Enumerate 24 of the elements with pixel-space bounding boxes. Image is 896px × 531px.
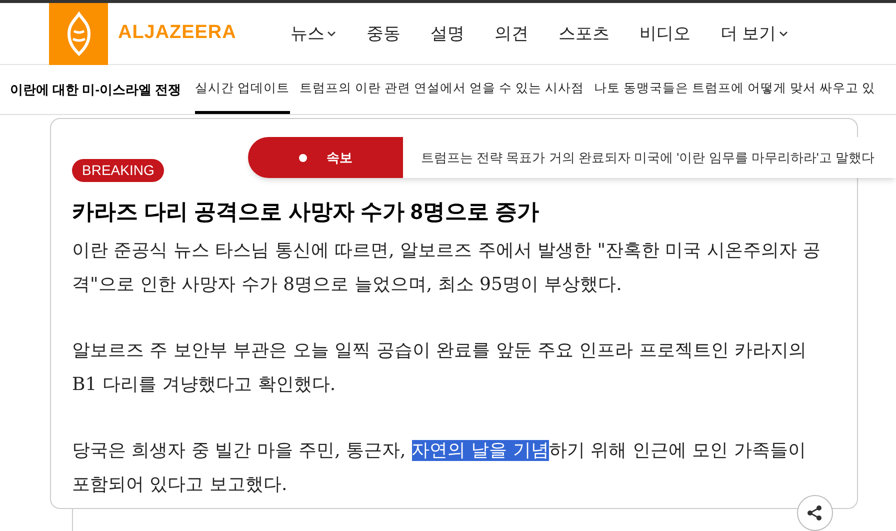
article-paragraph: 당국은 희생자 중 빌간 마을 주민, 통근자, 자연의 날을 기념하기 위해 인근에 모인 가족들이 포함되어 있다고 보고했다. bbox=[72, 439, 807, 497]
subnav-tab[interactable]: 실시간 업데이트 bbox=[195, 65, 290, 114]
nav-link[interactable]: 뉴스 bbox=[290, 20, 336, 46]
share-icon bbox=[806, 504, 824, 522]
share-button[interactable] bbox=[797, 495, 833, 531]
subnav-tab[interactable]: 나토 동맹국들은 트럼프에 어떻게 맞서 싸우고 있 bbox=[594, 65, 875, 114]
nav-link[interactable]: 비디오 bbox=[639, 20, 690, 46]
ticker-headline: 트럼프는 전략 목표가 거의 완료되자 미국에 '이란 임무를 마무리하라'고 말했다 bbox=[421, 148, 874, 167]
logo-text: ALJAZEERA bbox=[118, 21, 236, 46]
section-title: 이란에 대한 미-이스라엘 전쟁 bbox=[10, 80, 182, 99]
breaking-ticker[interactable]: 속보 트럼프는 전략 목표가 거의 완료되자 미국에 '이란 임무를 마무리하라'고 말했다 bbox=[248, 137, 896, 178]
article-paragraph: 알보르즈 주 보안부 부관은 오늘 일찍 공습이 완료를 앞둔 주요 인프라 프로젝트인 카라지의 B1 다리를 겨냥했다고 확인했다. bbox=[72, 339, 808, 397]
chevron-down-icon bbox=[779, 30, 788, 36]
nav-link[interactable]: 의견 bbox=[494, 20, 528, 46]
ticker-label: 속보 bbox=[326, 148, 352, 167]
chevron-down-icon bbox=[327, 30, 336, 36]
nav-link[interactable]: 더 보기 bbox=[720, 20, 788, 46]
nav-link[interactable]: 중동 bbox=[366, 20, 400, 46]
subnav-tab[interactable]: 트럼프의 이란 관련 연설에서 얻을 수 있는 시사점 bbox=[300, 65, 584, 114]
nav-link[interactable]: 스포츠 bbox=[558, 20, 610, 46]
breaking-badge: BREAKING bbox=[72, 159, 164, 182]
headline: 카라즈 다리 공격으로 사망자 수가 8명으로 증가 bbox=[72, 198, 540, 226]
nav-link[interactable]: 설명 bbox=[430, 20, 464, 46]
article-paragraph: 이란 준공식 뉴스 타스님 통신에 따르면, 알보르즈 주에서 발생한 "잔혹한 미국 시온주의자 공격"으로 인한 사망자 수가 8명으로 늘었으며, 최소 95명이 부상했다. bbox=[72, 239, 822, 297]
